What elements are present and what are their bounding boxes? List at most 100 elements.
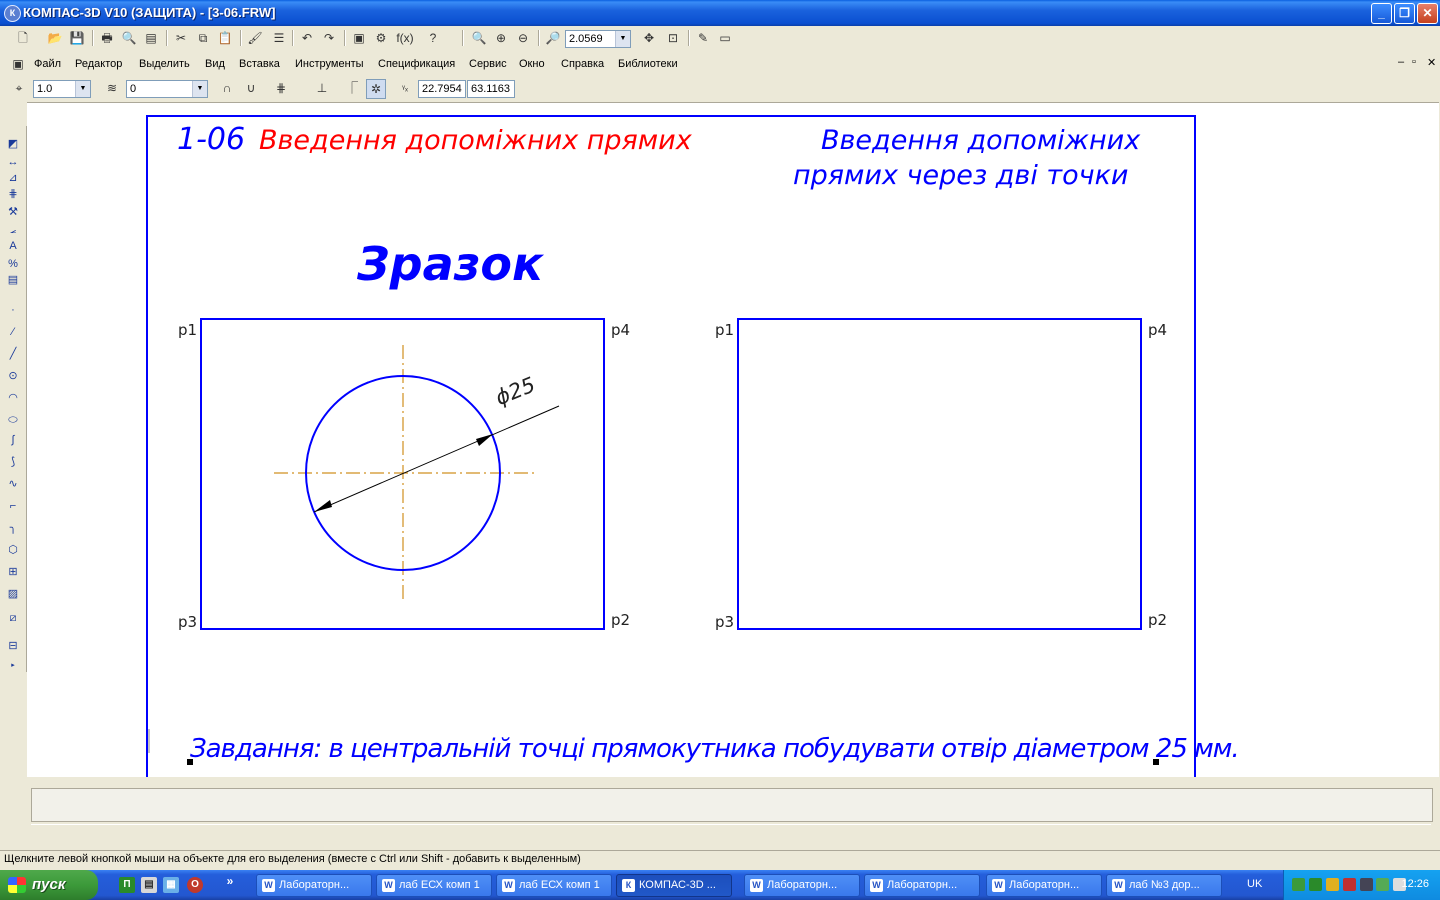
quicklaunch-app-icon[interactable]: П	[119, 877, 135, 893]
new-document-icon[interactable]: 🗋	[14, 29, 32, 47]
task-button-7[interactable]: W Лабораторн...	[986, 874, 1102, 897]
doc-close-button[interactable]: ✕	[1427, 56, 1436, 69]
menu-editor[interactable]: Редактор	[75, 58, 122, 70]
close-button[interactable]: ✕	[1417, 3, 1438, 24]
ellipse-tool-icon[interactable]: ⬭	[4, 412, 22, 428]
task-button-6[interactable]: W Лабораторн...	[864, 874, 980, 897]
quicklaunch-more-icon[interactable]: »	[222, 873, 238, 889]
save-icon[interactable]: 💾	[68, 29, 86, 47]
chevron-down-icon[interactable]: ▼	[615, 31, 630, 47]
document-icon[interactable]: ▣	[9, 55, 27, 73]
cut-icon[interactable]: ✂	[172, 29, 190, 47]
network-tray-icon[interactable]	[1292, 878, 1305, 891]
nurbs-tool-icon[interactable]: ⟆	[4, 454, 22, 470]
task-button-1[interactable]: W Лабораторн...	[256, 874, 372, 897]
polygon-tool-icon[interactable]: ⬡	[4, 542, 22, 558]
paste-icon[interactable]: 📋	[216, 29, 234, 47]
menu-specification[interactable]: Спецификация	[378, 58, 455, 70]
clock[interactable]: 12:26	[1401, 878, 1429, 890]
macro-tool-icon[interactable]: ⊟	[4, 638, 22, 654]
symbols-panel-icon[interactable]: ⊿	[4, 170, 22, 186]
properties-panel-field[interactable]	[31, 788, 1433, 822]
redo-icon[interactable]: ↷	[320, 29, 338, 47]
coord-y-field[interactable]: 63.1163	[467, 80, 515, 98]
zoom-out-icon[interactable]: ⊖	[514, 29, 532, 47]
doc-minimize-button[interactable]: –	[1398, 56, 1404, 68]
refresh-icon[interactable]: ✎	[694, 29, 712, 47]
copy-icon[interactable]: ⧉	[194, 29, 212, 47]
menu-window[interactable]: Окно	[519, 58, 545, 70]
round-icon[interactable]: ⎾	[343, 79, 361, 97]
point-tool-icon[interactable]: ·	[4, 302, 22, 318]
task-button-5[interactable]: W Лабораторн...	[744, 874, 860, 897]
list-icon[interactable]: ☰	[270, 29, 288, 47]
menu-libraries[interactable]: Библиотеки	[618, 58, 678, 70]
circle-tool-icon[interactable]: ⊙	[4, 368, 22, 384]
geometry-panel-icon[interactable]: ◩	[4, 136, 22, 152]
pan-icon[interactable]: ✥	[640, 29, 658, 47]
dimensions-panel-icon[interactable]: ↔	[4, 154, 22, 170]
chevron-down-icon[interactable]: ▼	[192, 81, 207, 97]
hatch-tool-icon[interactable]: ▨	[4, 586, 22, 602]
print-icon[interactable]: 🖶	[98, 29, 116, 47]
coord-x-field[interactable]: 22.7954	[418, 80, 466, 98]
chamfer-tool-icon[interactable]: ⌐	[4, 498, 22, 514]
antivirus-tray-icon[interactable]	[1343, 878, 1356, 891]
menu-select[interactable]: Выделить	[139, 58, 190, 70]
chevron-down-icon[interactable]: ▼	[75, 81, 90, 97]
doc-restore-button[interactable]: ▫	[1412, 56, 1416, 68]
aux-line-tool-icon[interactable]: ⁄	[4, 324, 22, 340]
minimize-button[interactable]: _	[1371, 3, 1392, 24]
print-preview-icon[interactable]: 🔍	[120, 29, 138, 47]
snap-active-icon[interactable]: ✲	[366, 79, 386, 99]
restore-button[interactable]: ❐	[1394, 3, 1415, 24]
local-snap-icon[interactable]: ∪	[242, 79, 260, 97]
monitor-tray-icon[interactable]	[1360, 878, 1373, 891]
library-manager-icon[interactable]: ⚙	[372, 29, 390, 47]
quicklaunch-opera-icon[interactable]: O	[187, 877, 203, 893]
manager-icon[interactable]: ▣	[350, 29, 368, 47]
menu-help[interactable]: Справка	[561, 58, 604, 70]
gear-tray-icon[interactable]	[1376, 878, 1389, 891]
menu-insert[interactable]: Вставка	[239, 58, 280, 70]
app-tray-icon[interactable]	[1309, 878, 1322, 891]
rectangle-tool-icon[interactable]: ⊞	[4, 564, 22, 580]
menu-file[interactable]: Файл	[34, 58, 61, 70]
magnet-snap-icon[interactable]: ∩	[218, 79, 236, 97]
zoom-combo[interactable]: 2.0569 ▼	[565, 30, 631, 48]
kompas-app-icon[interactable]: К	[4, 5, 21, 22]
start-button[interactable]: пуск	[0, 870, 98, 900]
spec-panel-icon[interactable]: %	[4, 256, 22, 272]
segment-tool-icon[interactable]: ╱	[4, 346, 22, 362]
task-button-kompas[interactable]: К КОМПАС-3D ...	[616, 874, 732, 897]
task-button-2[interactable]: Wлаб ЕСХ комп 1	[376, 874, 492, 897]
variables-icon[interactable]: f(x)	[394, 29, 416, 47]
step-combo[interactable]: 1.0 ▼	[33, 80, 91, 98]
quicklaunch-desktop-icon[interactable]: ▤	[141, 877, 157, 893]
ortho-icon[interactable]: ⊥	[313, 79, 331, 97]
measure-icon[interactable]: ⦟	[4, 222, 22, 238]
menu-view[interactable]: Вид	[205, 58, 225, 70]
language-indicator[interactable]: UK	[1247, 878, 1262, 890]
help-pointer-icon[interactable]: ?	[424, 29, 442, 47]
expand-arrow-icon[interactable]: ▸	[4, 658, 22, 674]
properties-icon[interactable]: ▤	[142, 29, 160, 47]
display-icon[interactable]: ▭	[716, 29, 734, 47]
parametrization-icon[interactable]: ⚒	[4, 204, 22, 220]
zoom-in-icon[interactable]: ⊕	[492, 29, 510, 47]
quicklaunch-explorer-icon[interactable]: ▦	[163, 877, 179, 893]
task-button-3[interactable]: Wлаб ЕСХ комп 1	[496, 874, 612, 897]
zoom-window-icon[interactable]: 🔍	[470, 29, 488, 47]
layer-combo[interactable]: 0 ▼	[126, 80, 208, 98]
step-cursor-icon[interactable]: ⌖	[10, 79, 28, 97]
format-brush-icon[interactable]: 🖌	[246, 29, 264, 47]
spline-tool-icon[interactable]: ∫	[4, 432, 22, 448]
undo-icon[interactable]: ↶	[298, 29, 316, 47]
grid-icon[interactable]: ⋕	[272, 79, 290, 97]
layers-icon[interactable]: ≋	[103, 79, 121, 97]
arc-tool-icon[interactable]: ◠	[4, 390, 22, 406]
bezier-tool-icon[interactable]: ∿	[4, 476, 22, 492]
show-all-icon[interactable]: ⊡	[664, 29, 682, 47]
warning-tray-icon[interactable]	[1326, 878, 1339, 891]
zoom-scale-icon[interactable]: 🔎	[544, 29, 562, 47]
